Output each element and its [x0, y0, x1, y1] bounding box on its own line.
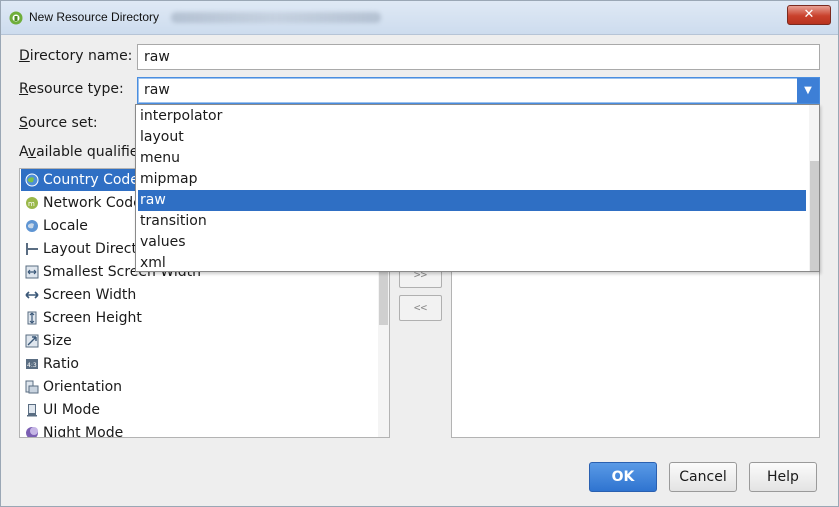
- qualifier-item-ratio[interactable]: 4:3 Ratio: [21, 353, 377, 375]
- dropdown-scrollbar-thumb[interactable]: [810, 161, 819, 271]
- directory-name-input[interactable]: raw: [137, 44, 820, 70]
- android-studio-icon: [9, 11, 23, 25]
- orientation-icon: [25, 380, 39, 394]
- ratio-icon: 4:3: [26, 359, 38, 369]
- size-icon: [25, 334, 39, 348]
- night-mode-icon: [26, 427, 38, 437]
- screen-height-icon: [27, 311, 37, 325]
- remove-qualifier-button[interactable]: <<: [399, 295, 442, 321]
- qualifier-item-ui-mode[interactable]: UI Mode: [21, 399, 377, 421]
- resource-type-dropdown[interactable]: interpolator layout menu mipmap raw tran…: [135, 104, 820, 272]
- ui-mode-icon: [27, 404, 37, 417]
- resource-type-value: raw: [144, 82, 170, 98]
- svg-text:4:3: 4:3: [27, 362, 37, 369]
- blurred-path: [171, 12, 381, 23]
- smallest-width-icon: [25, 265, 39, 279]
- cancel-button[interactable]: Cancel: [669, 462, 737, 492]
- close-button[interactable]: ✕: [787, 5, 831, 25]
- directory-name-label: Directory name:: [19, 48, 133, 64]
- network-icon: m: [26, 197, 38, 209]
- new-resource-directory-dialog: New Resource Directory ✕ Directory name:…: [0, 0, 839, 507]
- dropdown-option-layout[interactable]: layout: [138, 127, 806, 148]
- globe-icon: [25, 173, 39, 187]
- dropdown-option-interpolator[interactable]: interpolator: [138, 106, 806, 127]
- screen-width-icon: [25, 291, 39, 299]
- qualifier-item-screen-width[interactable]: Screen Width: [21, 284, 377, 306]
- dropdown-option-values[interactable]: values: [138, 232, 806, 253]
- dropdown-option-raw[interactable]: raw: [138, 190, 806, 211]
- qualifier-item-size[interactable]: Size: [21, 330, 377, 352]
- chevron-down-icon[interactable]: ▼: [797, 78, 819, 103]
- svg-text:m: m: [28, 200, 35, 208]
- qualifier-item-screen-height[interactable]: Screen Height: [21, 307, 377, 329]
- layout-direction-icon: [26, 243, 38, 255]
- dropdown-scrollbar[interactable]: [809, 105, 819, 271]
- dropdown-option-mipmap[interactable]: mipmap: [138, 169, 806, 190]
- available-qualifiers-label: Available qualifie: [19, 144, 139, 160]
- help-button[interactable]: Help: [749, 462, 817, 492]
- directory-name-value: raw: [144, 49, 170, 65]
- dropdown-option-transition[interactable]: transition: [138, 211, 806, 232]
- qualifier-item-orientation[interactable]: Orientation: [21, 376, 377, 398]
- ok-button[interactable]: OK: [589, 462, 657, 492]
- title-bar[interactable]: New Resource Directory ✕: [1, 1, 838, 35]
- source-set-label: Source set:: [19, 115, 98, 131]
- locale-globe-icon: [26, 220, 38, 232]
- qualifier-item-night-mode[interactable]: Night Mode: [21, 422, 377, 437]
- dropdown-option-xml[interactable]: xml: [138, 253, 806, 271]
- resource-type-label: Resource type:: [19, 81, 124, 97]
- dropdown-option-menu[interactable]: menu: [138, 148, 806, 169]
- resource-type-select[interactable]: raw ▼: [137, 77, 820, 104]
- close-icon: ✕: [803, 7, 815, 22]
- window-title: New Resource Directory: [29, 10, 160, 24]
